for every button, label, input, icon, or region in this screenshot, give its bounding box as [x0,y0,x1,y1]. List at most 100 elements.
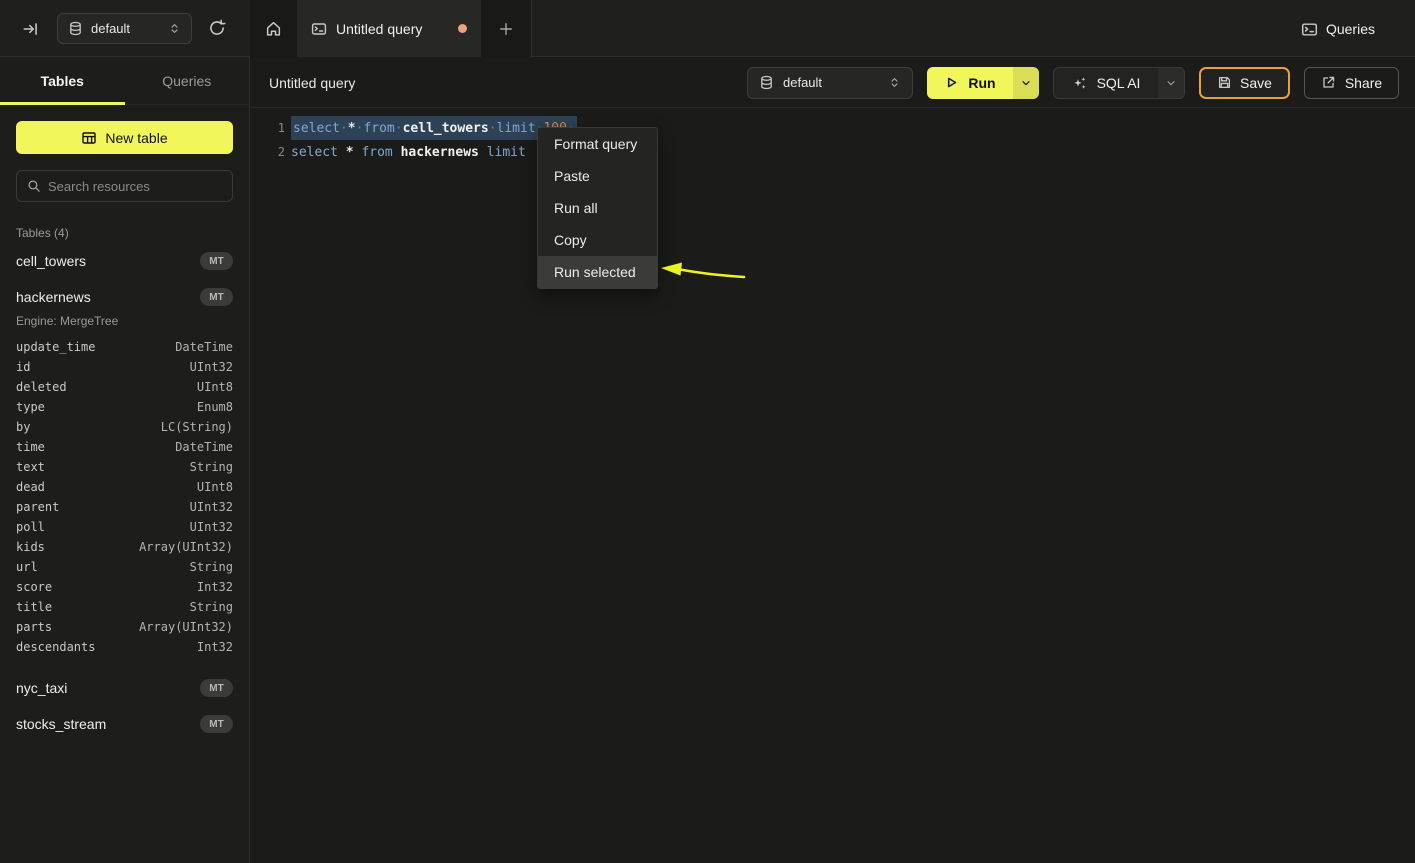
line-number: 2 [251,145,285,159]
queries-button[interactable]: Queries [1301,18,1375,40]
sql-token: select [293,121,340,136]
context-menu-item-copy[interactable]: Copy [538,224,657,256]
run-button[interactable]: Run [927,67,1013,99]
whitespace-dot: · [395,121,403,136]
column-name: poll [16,520,45,534]
column-name: by [16,420,30,434]
column-name: time [16,440,45,454]
context-menu-item-run-selected[interactable]: Run selected [538,256,657,288]
column-name: url [16,560,38,574]
topbar-database-selector[interactable]: default [57,13,192,44]
sql-token: * [348,121,356,136]
sql-ai-label: SQL AI [1097,75,1141,91]
sql-ai-button[interactable]: SQL AI [1054,68,1158,98]
column-row: parent UInt32 [16,497,233,517]
sql-space [479,145,487,160]
selected-sql-text[interactable]: select·*·from·cell_towers·limit·100· [291,116,577,140]
context-menu-item-paste[interactable]: Paste [538,160,657,192]
column-row: scoreInt32 [16,577,233,597]
sql-token: hackernews [401,145,479,160]
queries-icon [1301,21,1318,38]
column-row: dead UInt8 [16,477,233,497]
column-type: UInt8 [197,480,233,494]
sidebar-tab-queries[interactable]: Queries [125,57,250,104]
code-line-2[interactable]: 2 select * from hackernews limit [251,140,1415,164]
column-name: type [16,400,45,414]
table-row-stocks-stream[interactable]: stocks_stream MT [16,709,233,739]
share-button[interactable]: Share [1304,67,1399,99]
sidebar-tabs: Tables Queries [0,57,249,105]
engine-badge: MT [200,715,233,733]
new-tab-button[interactable] [481,0,531,57]
sql-token: from [363,121,394,136]
sql-ai-options-button[interactable] [1158,68,1184,98]
whitespace-dot: · [340,121,348,136]
column-name: parent [16,500,59,514]
column-name: kids [16,540,45,554]
column-name: deleted [16,380,67,394]
column-type: UInt8 [197,380,233,394]
column-row: deleted UInt8 [16,377,233,397]
column-name: update_time [16,340,95,354]
column-name: score [16,580,52,594]
column-row: time DateTime [16,437,233,457]
refresh-icon[interactable] [208,19,226,37]
code-line-1[interactable]: 1 select·*·from·cell_towers·limit·100· [251,116,1415,140]
share-icon [1321,75,1336,90]
play-icon [944,75,959,90]
home-icon [265,20,282,37]
column-row: textString [16,457,233,477]
column-name: parts [16,620,52,634]
new-table-button[interactable]: New table [16,121,233,154]
main-area: Untitled query default Run [251,58,1415,863]
tab-untitled-query[interactable]: Untitled query [297,0,481,57]
query-database-selector[interactable]: default [747,67,913,99]
context-menu-item-run-all[interactable]: Run all [538,192,657,224]
column-row: urlString [16,557,233,577]
sidebar: Tables Queries New table Tables (4) cell… [0,57,250,863]
tab-home[interactable] [250,0,297,57]
column-type: DateTime [175,340,233,354]
run-options-button[interactable] [1013,67,1039,99]
engine-label: Engine: MergeTree [16,314,233,328]
engine-badge: MT [200,288,233,306]
save-button[interactable]: Save [1199,67,1290,99]
table-name: hackernews [16,289,91,305]
column-type: DateTime [175,440,233,454]
tab-strip: Untitled query [250,0,532,57]
sql-text[interactable]: select * from hackernews limit [291,140,534,164]
run-label: Run [968,75,995,91]
sql-editor[interactable]: 1 select·*·from·cell_towers·limit·100· 2… [251,108,1415,164]
tab-label: Untitled query [336,21,449,37]
search-input[interactable] [48,179,224,194]
sql-space [354,145,362,160]
table-row-hackernews[interactable]: hackernews MT [16,282,233,312]
column-type: Array(UInt32) [139,540,233,554]
column-row: descendantsInt32 [16,637,233,657]
whitespace-dot: · [356,121,364,136]
search-icon [27,179,41,193]
sidebar-tab-tables[interactable]: Tables [0,57,125,104]
column-row: titleString [16,597,233,617]
save-icon [1217,75,1232,90]
column-type: LC(String) [161,420,233,434]
column-type: UInt32 [190,500,233,514]
sql-space [526,145,534,160]
sql-token: cell_towers [403,121,489,136]
context-menu-item-format-query[interactable]: Format query [538,128,657,160]
collapse-sidebar-icon[interactable] [22,20,40,38]
column-type: UInt32 [190,360,233,374]
search-box [16,170,233,202]
run-split-button: Run [927,67,1039,99]
query-toolbar: Untitled query default Run [251,58,1415,108]
sql-token: select [291,145,338,160]
column-type: Array(UInt32) [139,620,233,634]
column-row: update_time DateTime [16,337,233,357]
column-type: UInt32 [190,520,233,534]
new-table-label: New table [105,130,167,146]
table-row-nyc-taxi[interactable]: nyc_taxi MT [16,673,233,703]
table-row-cell-towers[interactable]: cell_towers MT [16,246,233,276]
column-row: kids Array(UInt32) [16,537,233,557]
plus-icon [498,21,514,37]
column-name: dead [16,480,45,494]
